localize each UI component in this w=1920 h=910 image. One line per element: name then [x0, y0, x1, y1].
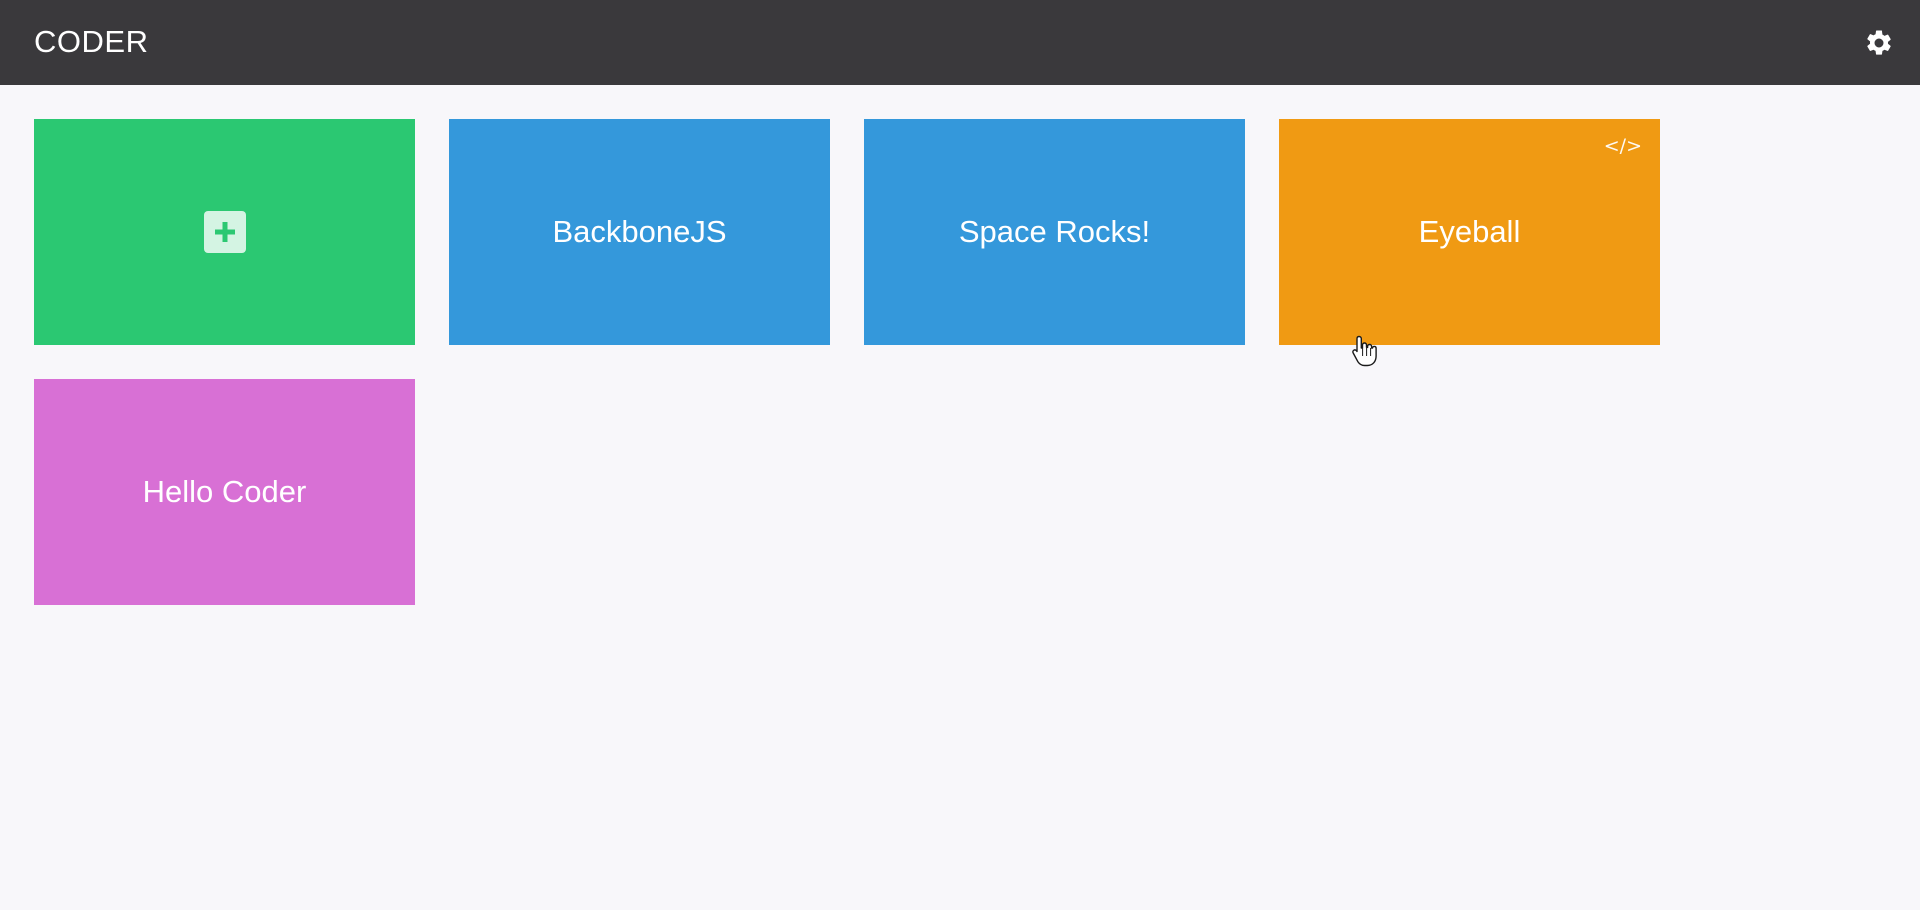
project-grid: BackboneJS Space Rocks! </> Eyeball Hell…	[34, 119, 1734, 605]
top-bar: CODER	[0, 0, 1920, 85]
gear-icon	[1867, 30, 1891, 55]
project-tile-space-rocks[interactable]: Space Rocks!	[864, 119, 1245, 345]
app-title: CODER	[34, 24, 149, 59]
project-tile-label: BackboneJS	[552, 214, 727, 249]
project-tile-label: Hello Coder	[142, 474, 307, 509]
project-tile-label: Space Rocks!	[958, 214, 1151, 249]
project-tile-label: Eyeball	[1418, 214, 1521, 249]
project-tile-hello-coder[interactable]: Hello Coder	[34, 379, 415, 605]
project-tile-eyeball[interactable]: </> Eyeball	[1279, 119, 1660, 345]
settings-button[interactable]	[1860, 24, 1898, 62]
code-icon[interactable]: </>	[1604, 135, 1642, 157]
new-project-tile[interactable]	[34, 119, 415, 345]
project-tile-backbonejs[interactable]: BackboneJS	[449, 119, 830, 345]
plus-icon	[203, 211, 246, 253]
